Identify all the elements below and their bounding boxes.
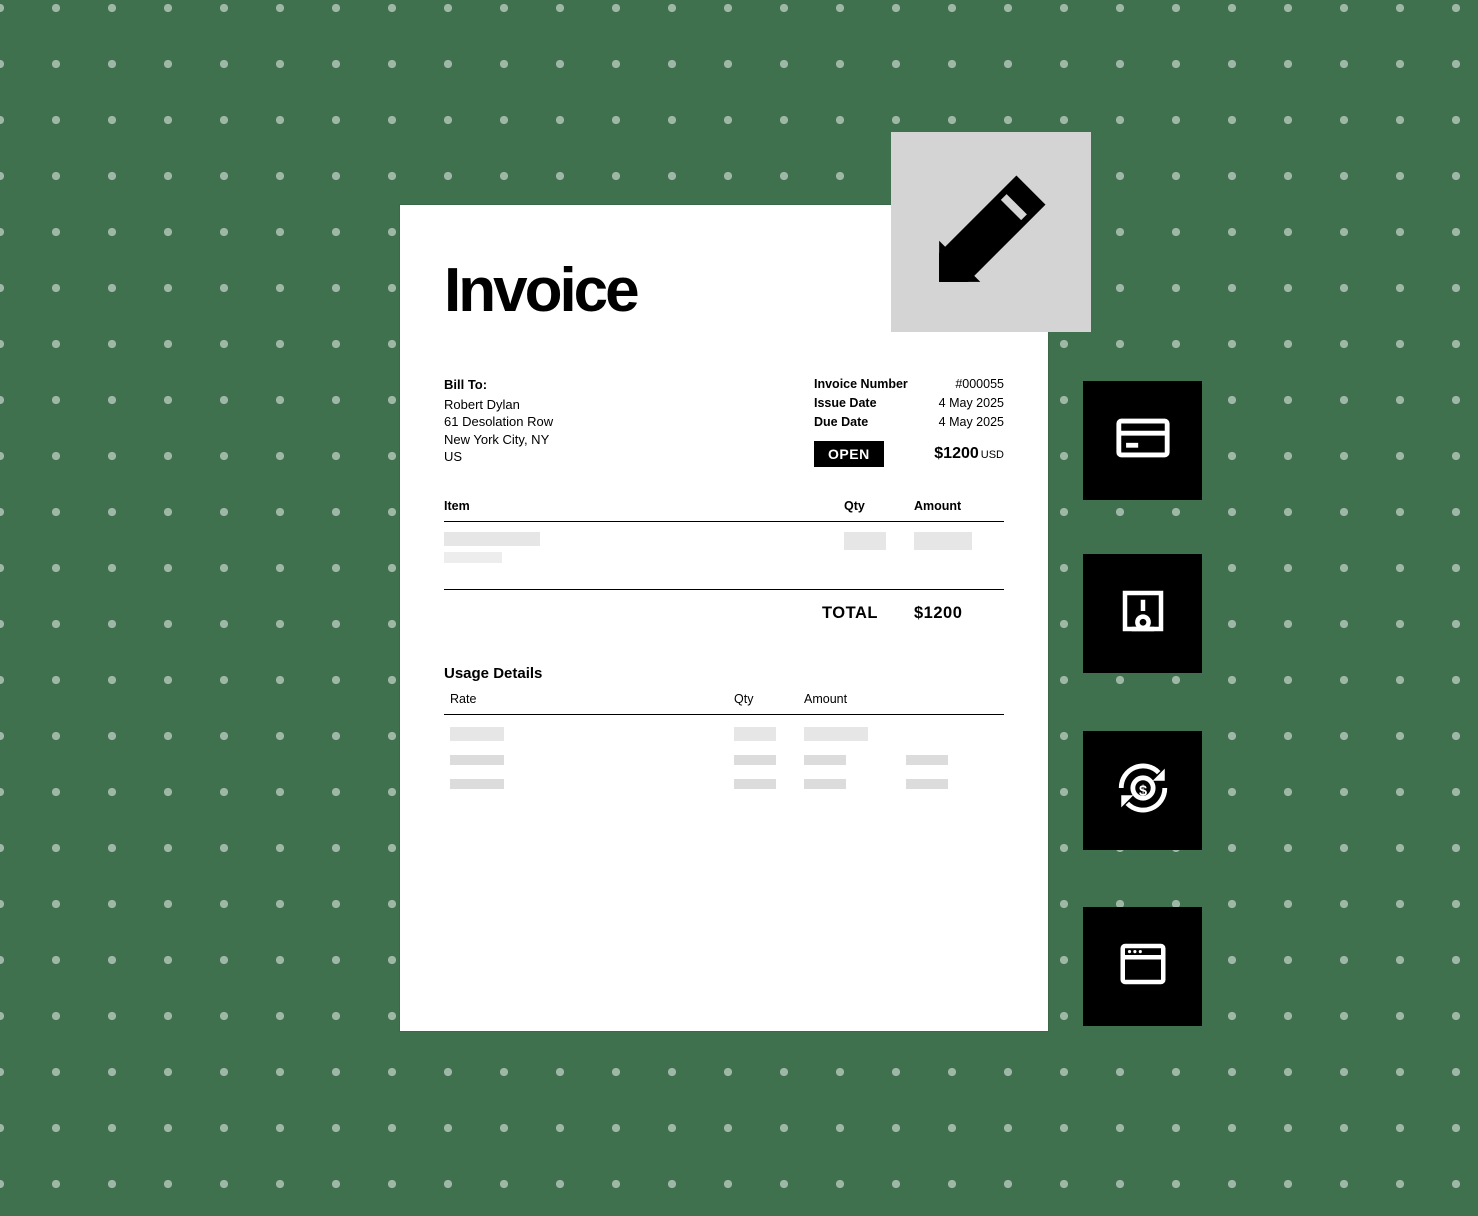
- bill-to-name: Robert Dylan: [444, 396, 553, 414]
- col-header-qty: Qty: [844, 499, 914, 513]
- skeleton-placeholder: [906, 755, 948, 765]
- skeleton-placeholder: [734, 727, 776, 741]
- bill-to-label: Bill To:: [444, 376, 553, 394]
- total-row: TOTAL $1200: [444, 590, 1004, 623]
- skeleton-placeholder: [804, 755, 846, 765]
- skeleton-placeholder: [734, 779, 776, 789]
- skeleton-placeholder: [914, 532, 972, 550]
- application-window-icon: [1116, 937, 1170, 996]
- skeleton-placeholder: [450, 727, 504, 741]
- due-date-label: Due Date: [814, 414, 868, 431]
- total-value: $1200: [914, 604, 1004, 623]
- col-header-amount: Amount: [914, 499, 1004, 513]
- status-badge: OPEN: [814, 441, 884, 467]
- currency-sync-icon: $: [1114, 759, 1172, 822]
- issue-date-value: 4 May 2025: [939, 395, 1004, 412]
- bill-to-address2: New York City, NY: [444, 431, 553, 449]
- usage-row: [444, 715, 1004, 741]
- amount-due-currency: USD: [981, 449, 1004, 461]
- usage-header-rate: Rate: [444, 692, 734, 706]
- usage-details-section: Usage Details Rate Qty Amount: [444, 665, 1004, 789]
- bill-to-country: US: [444, 448, 553, 466]
- bill-to-block: Bill To: Robert Dylan 61 Desolation Row …: [444, 376, 553, 467]
- currency-sync-button[interactable]: $: [1083, 731, 1202, 850]
- usage-header: Rate Qty Amount: [444, 692, 1004, 715]
- skeleton-placeholder: [906, 779, 948, 789]
- payment-card-button[interactable]: [1083, 381, 1202, 500]
- issue-date-label: Issue Date: [814, 395, 877, 412]
- usage-details-title: Usage Details: [444, 665, 1004, 682]
- due-date-value: 4 May 2025: [939, 414, 1004, 431]
- skeleton-placeholder: [844, 532, 886, 550]
- invoice-meta-kv: Invoice Number #000055 Issue Date 4 May 20…: [814, 376, 1004, 467]
- invoice-meta-row: Bill To: Robert Dylan 61 Desolation Row …: [444, 376, 1004, 467]
- col-header-item: Item: [444, 499, 844, 513]
- skeleton-placeholder: [804, 779, 846, 789]
- usage-row: [444, 765, 1004, 789]
- amount-due: $1200USD: [934, 445, 1004, 463]
- skeleton-placeholder: [734, 755, 776, 765]
- invoice-number-label: Invoice Number: [814, 376, 908, 393]
- bill-to-address1: 61 Desolation Row: [444, 413, 553, 431]
- pencil-icon: [930, 169, 1052, 296]
- credit-card-icon: [1114, 409, 1172, 472]
- bank-button[interactable]: [1083, 554, 1202, 673]
- invoice-number-value: #000055: [955, 376, 1004, 393]
- skeleton-placeholder: [804, 727, 868, 741]
- line-items-header: Item Qty Amount: [444, 499, 1004, 522]
- svg-text:$: $: [1138, 783, 1146, 799]
- line-item-row: [444, 522, 1004, 590]
- usage-header-amount: Amount: [804, 692, 1004, 706]
- line-items-table: Item Qty Amount TOTAL $1200: [444, 499, 1004, 623]
- total-label: TOTAL: [822, 604, 914, 623]
- skeleton-placeholder: [450, 779, 504, 789]
- skeleton-placeholder: [444, 552, 502, 563]
- skeleton-placeholder: [450, 755, 504, 765]
- edit-invoice-button[interactable]: [891, 132, 1091, 332]
- usage-row: [444, 741, 1004, 765]
- skeleton-placeholder: [444, 532, 540, 546]
- amount-due-value: $1200: [934, 445, 979, 462]
- application-window-button[interactable]: [1083, 907, 1202, 1026]
- usage-header-qty: Qty: [734, 692, 804, 706]
- bank-building-icon: [1116, 584, 1170, 643]
